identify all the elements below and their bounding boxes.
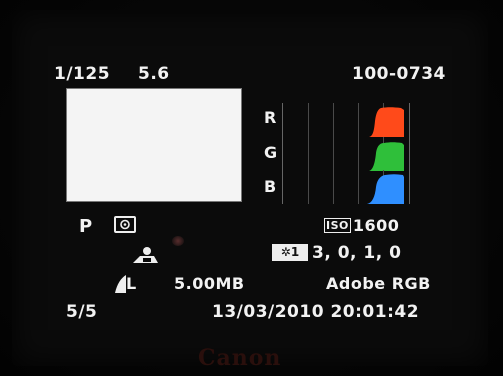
evaluative-metering-icon [114, 216, 136, 233]
picture-style-icon: ✲1 [272, 244, 308, 261]
picture-style-label: 1 [290, 245, 300, 259]
histogram-green [282, 137, 410, 171]
image-count: 5/5 [66, 302, 98, 322]
histogram-green-graph [369, 142, 404, 171]
brand-logo: Canon [198, 345, 282, 371]
screen-glare [172, 236, 184, 246]
iso-setting: ISO 1600 [324, 216, 399, 235]
capture-datetime: 13/03/2010 20:01:42 [212, 302, 420, 322]
iso-label: ISO [324, 218, 351, 233]
histogram-red-graph [369, 107, 404, 137]
histogram-blue-graph [367, 174, 404, 204]
histogram-label-b: B [264, 177, 277, 196]
file-number: 100-0734 [352, 64, 446, 84]
aperture-value: 5.6 [138, 64, 170, 84]
shooting-mode: P [79, 216, 93, 237]
file-size: 5.00MB [174, 274, 245, 293]
picture-style-values: 3, 0, 1, 0 [312, 243, 402, 263]
color-space: Adobe RGB [326, 274, 431, 293]
shutter-speed: 1/125 [54, 64, 111, 84]
image-thumbnail [66, 88, 242, 202]
histogram-red [282, 103, 410, 137]
iso-value: 1600 [352, 216, 400, 235]
shade-wb-icon [133, 247, 158, 263]
quality-label: L [126, 274, 137, 293]
histogram-label-r: R [264, 108, 277, 127]
histogram-blue [282, 170, 410, 204]
histogram-label-g: G [264, 143, 278, 162]
